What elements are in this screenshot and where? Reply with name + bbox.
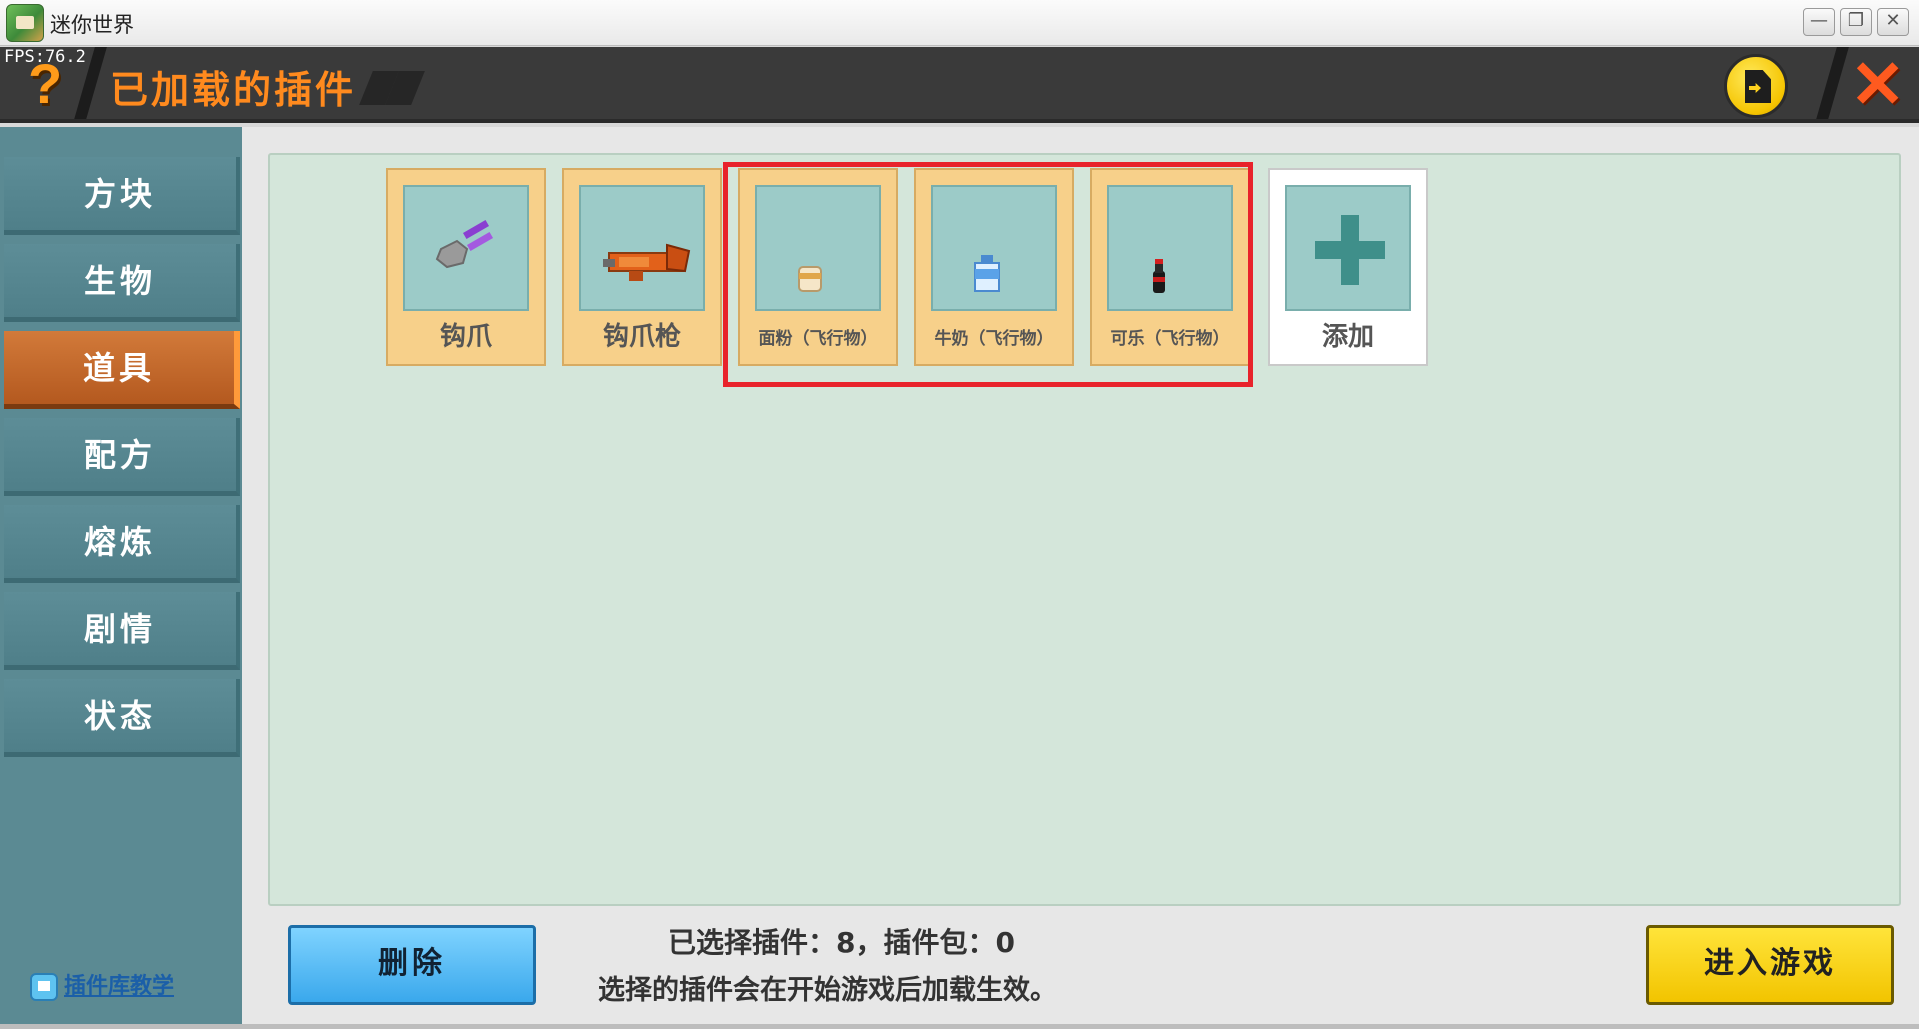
- import-file-icon: [1745, 70, 1771, 103]
- add-label: 添加: [1321, 322, 1374, 352]
- load-hint: 选择的插件会在开始游戏后加载生效。: [598, 975, 1057, 1006]
- maximize-button[interactable]: ❐: [1840, 8, 1872, 36]
- page-title: 已加载的插件: [110, 68, 357, 112]
- game-header: ? 已加载的插件 ✕: [0, 47, 1919, 123]
- category-sidebar: 方块 生物 道具 配方 熔炼 剧情 状态: [0, 127, 242, 1024]
- window-titlebar: 迷你世界 — ❐ ✕: [0, 0, 1919, 46]
- sidebar-item-items[interactable]: 道具: [4, 331, 240, 409]
- plugin-thumbnail: [403, 185, 529, 311]
- plugin-label: 钩爪枪: [602, 322, 681, 352]
- plugin-label: 钩爪: [439, 322, 492, 352]
- close-icon[interactable]: ✕: [1850, 49, 1905, 119]
- app-icon: [6, 4, 44, 42]
- sidebar-item-creatures[interactable]: 生物: [4, 244, 240, 322]
- delete-button[interactable]: 删除: [288, 925, 536, 1005]
- window-bottom-edge: [0, 1024, 1919, 1029]
- plus-icon: [1285, 185, 1411, 311]
- sidebar-item-recipes[interactable]: 配方: [4, 418, 240, 496]
- selection-summary: 已选择插件：8，插件包：0: [668, 926, 1015, 959]
- sidebar-item-status[interactable]: 状态: [4, 679, 240, 757]
- sidebar-item-story[interactable]: 剧情: [4, 592, 240, 670]
- window-title: 迷你世界: [50, 13, 134, 37]
- add-plugin-card[interactable]: 添加: [1268, 168, 1428, 366]
- minimize-button[interactable]: —: [1803, 8, 1835, 36]
- fps-counter: FPS:76.2: [4, 47, 86, 67]
- import-plugin-button[interactable]: [1724, 54, 1788, 118]
- selection-highlight: [723, 162, 1253, 387]
- sidebar-item-blocks[interactable]: 方块: [4, 157, 240, 235]
- tutorial-link[interactable]: 插件库教学: [30, 968, 174, 1001]
- plugin-thumbnail: [579, 185, 705, 311]
- tutorial-label: 插件库教学: [64, 974, 175, 999]
- plugin-card[interactable]: 钩爪: [386, 168, 546, 366]
- sidebar-item-smelting[interactable]: 熔炼: [4, 505, 240, 583]
- enter-game-button[interactable]: 进入游戏: [1646, 925, 1894, 1005]
- plugin-card[interactable]: 钩爪枪: [562, 168, 722, 366]
- book-icon: [30, 973, 58, 1001]
- claw-icon: [435, 220, 494, 269]
- claw-gun-icon: [603, 243, 691, 281]
- header-divider: [1815, 47, 1849, 119]
- window-close-button[interactable]: ✕: [1877, 8, 1909, 36]
